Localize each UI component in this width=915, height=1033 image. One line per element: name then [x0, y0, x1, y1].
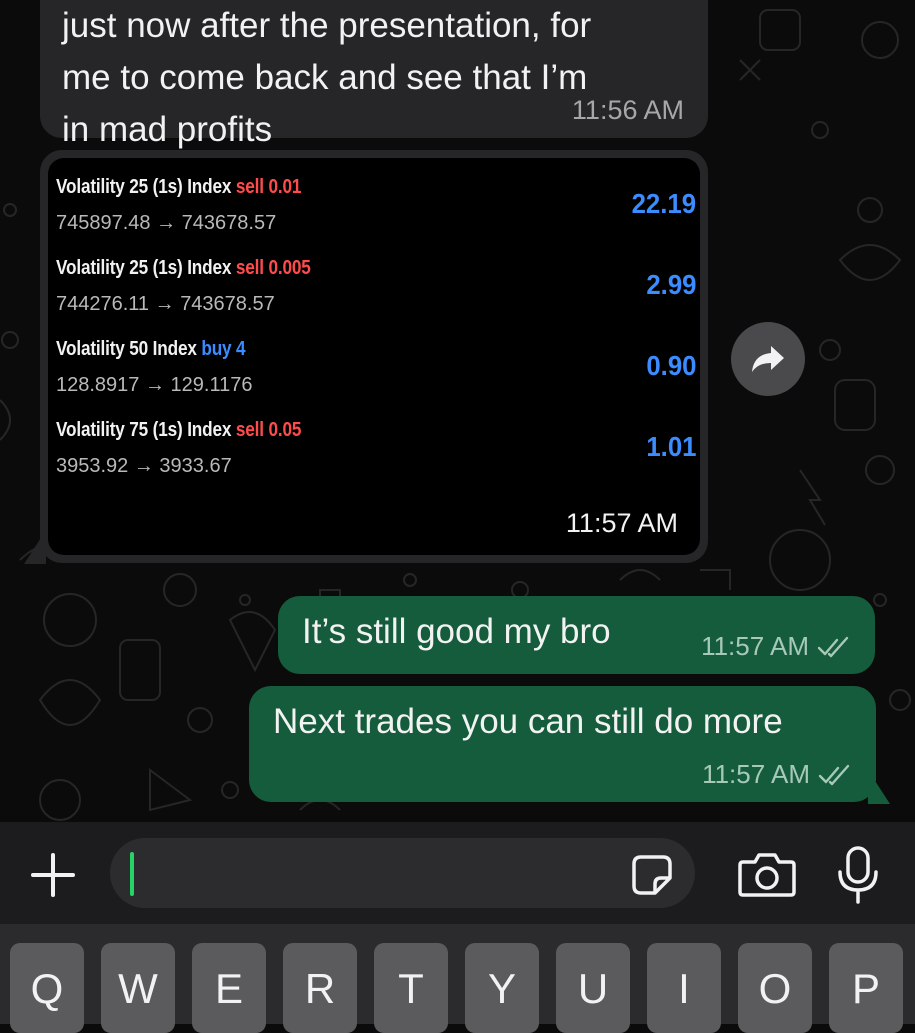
trade-screenshot[interactable]: Volatility 25 (1s) Index sell 0.01 74589…: [48, 158, 700, 555]
trade-title: Volatility 25 (1s) Index sell 0.01: [56, 176, 301, 199]
outgoing-message[interactable]: Next trades you can still do more 11:57 …: [249, 686, 876, 802]
trade-instrument: Volatility 75 (1s) Index: [56, 419, 232, 441]
arrow-icon: →: [156, 212, 177, 234]
outgoing-message[interactable]: It’s still good my bro 11:57 AM: [278, 596, 875, 674]
trade-action: sell: [235, 176, 264, 198]
key[interactable]: T: [374, 943, 448, 1033]
message-input[interactable]: [110, 838, 695, 908]
message-meta: 11:57 AM: [702, 759, 852, 790]
incoming-image-message[interactable]: Volatility 25 (1s) Index sell 0.01 74589…: [40, 150, 708, 563]
sticker-button[interactable]: [631, 854, 673, 896]
trade-price-range: 3953.92 → 3933.67: [56, 455, 232, 477]
message-text: It’s still good my bro: [302, 612, 611, 651]
trade-price-range: 128.8917 → 129.1176: [56, 374, 253, 396]
trade-title: Volatility 25 (1s) Index sell 0.005: [56, 257, 311, 280]
trade-row: Volatility 25 (1s) Index sell 0.01 74589…: [56, 176, 696, 246]
trade-profit: 2.99: [645, 269, 696, 300]
attach-button[interactable]: [28, 850, 78, 900]
message-time: 11:57 AM: [701, 631, 809, 661]
trade-profit: 22.19: [631, 188, 696, 219]
message-time: 11:57 AM: [702, 759, 810, 789]
keyboard: Q W E R T Y U I O P: [0, 924, 915, 1033]
key[interactable]: U: [556, 943, 630, 1033]
key[interactable]: W: [101, 943, 175, 1033]
trade-title: Volatility 50 Index buy 4: [56, 338, 246, 361]
mic-icon: [838, 846, 878, 904]
forward-icon: [752, 346, 784, 372]
text-caret: [130, 852, 134, 896]
trade-profit: 1.01: [645, 431, 696, 462]
key[interactable]: R: [283, 943, 357, 1033]
mic-button[interactable]: [836, 846, 880, 904]
incoming-message[interactable]: just now after the presentation, for me …: [40, 0, 708, 149]
message-text: Next trades you can still do more: [273, 702, 783, 741]
trade-action: buy: [201, 338, 232, 360]
key[interactable]: Q: [10, 943, 84, 1033]
key[interactable]: O: [738, 943, 812, 1033]
composer-bar: [0, 822, 915, 924]
key[interactable]: P: [829, 943, 903, 1033]
key[interactable]: I: [647, 943, 721, 1033]
camera-button[interactable]: [737, 852, 797, 898]
trade-instrument: Volatility 50 Index: [56, 338, 197, 360]
forward-button[interactable]: [731, 322, 805, 396]
trade-amount: 4: [236, 338, 246, 360]
sticker-icon: [632, 855, 672, 895]
trade-profit: 0.90: [645, 350, 696, 381]
trade-row: Volatility 75 (1s) Index sell 0.05 3953.…: [56, 419, 696, 489]
arrow-icon: →: [154, 293, 175, 315]
key[interactable]: E: [192, 943, 266, 1033]
message-time: 11:56 AM: [571, 95, 684, 125]
trade-row: Volatility 50 Index buy 4 128.8917 → 129…: [56, 338, 696, 408]
trade-action: sell: [235, 257, 264, 279]
trade-instrument: Volatility 25 (1s) Index: [56, 257, 232, 279]
message-time: 11:57 AM: [565, 508, 678, 538]
trade-row: Volatility 25 (1s) Index sell 0.005 7442…: [56, 257, 696, 327]
message-line: just now after the presentation, for: [62, 6, 592, 45]
trade-price-range: 744276.11 → 743678.57: [56, 293, 275, 315]
camera-icon: [738, 853, 796, 897]
trade-price-range: 745897.48 → 743678.57: [56, 212, 277, 234]
trade-title: Volatility 75 (1s) Index sell 0.05: [56, 419, 301, 442]
trade-amount: 0.005: [268, 257, 311, 279]
double-check-icon: [818, 764, 850, 785]
message-meta: 11:57 AM: [701, 631, 851, 662]
arrow-icon: →: [133, 455, 154, 477]
plus-icon: [31, 853, 75, 897]
chat-area: just now after the presentation, for me …: [0, 0, 915, 822]
arrow-icon: →: [144, 374, 165, 396]
key[interactable]: Y: [465, 943, 539, 1033]
message-text: just now after the presentation, for me …: [62, 0, 702, 156]
trade-instrument: Volatility 25 (1s) Index: [56, 176, 232, 198]
double-check-icon: [817, 636, 849, 657]
trade-amount: 0.05: [268, 419, 302, 441]
trade-amount: 0.01: [268, 176, 302, 198]
trade-action: sell: [235, 419, 264, 441]
